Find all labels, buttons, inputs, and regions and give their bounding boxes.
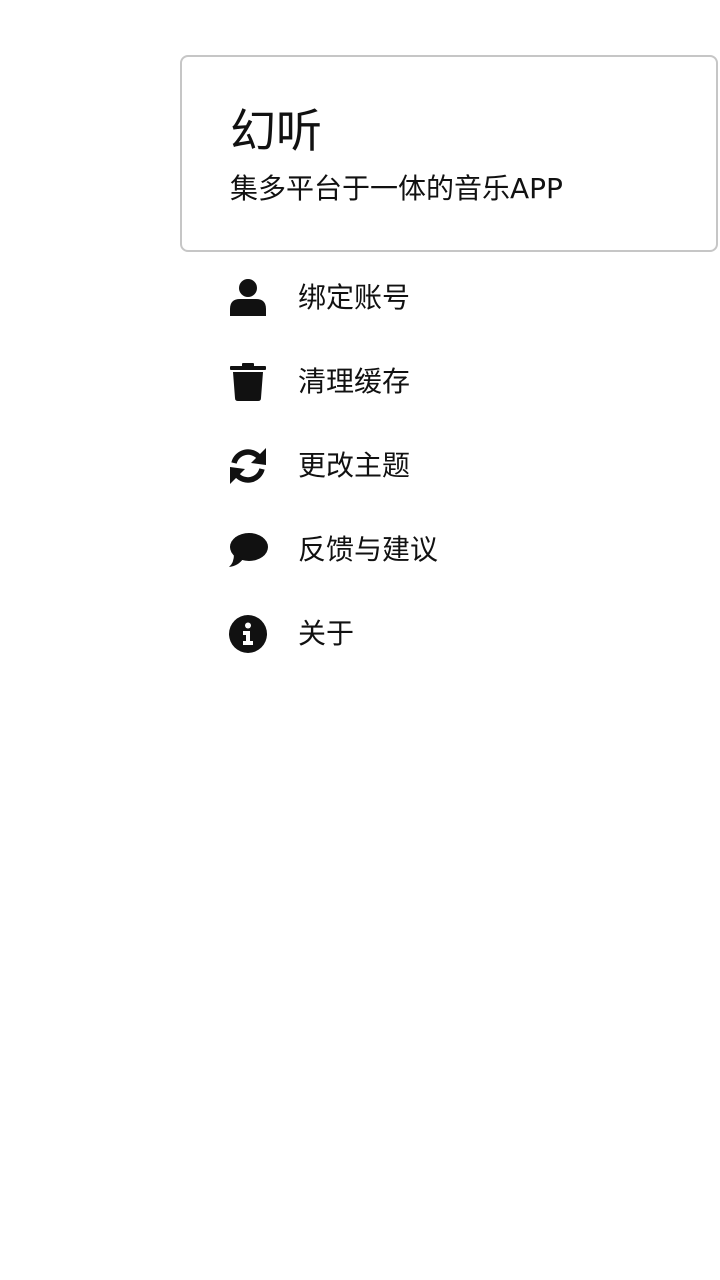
menu-item-label: 关于 <box>298 617 355 650</box>
menu-item-label: 绑定账号 <box>298 281 411 314</box>
menu-item-about[interactable]: 关于 <box>180 592 720 676</box>
user-icon <box>226 276 270 320</box>
info-icon <box>226 612 270 656</box>
menu-item-label: 反馈与建议 <box>298 533 439 566</box>
chat-bubble-icon <box>226 528 270 572</box>
trash-icon <box>226 360 270 404</box>
drawer-page: 幻听 集多平台于一体的音乐APP 绑定账号 清理缓存 更改主题 反馈与建议 关于 <box>0 0 720 1280</box>
menu-item-label: 更改主题 <box>298 449 411 482</box>
menu-item-label: 清理缓存 <box>298 365 411 398</box>
app-name: 幻听 <box>230 104 322 158</box>
refresh-icon <box>226 444 270 488</box>
menu-item-change-theme[interactable]: 更改主题 <box>180 424 720 508</box>
menu-item-bind-account[interactable]: 绑定账号 <box>180 256 720 340</box>
app-description: 集多平台于一体的音乐APP <box>230 172 563 205</box>
drawer-menu: 绑定账号 清理缓存 更改主题 反馈与建议 关于 <box>180 256 720 676</box>
menu-item-feedback[interactable]: 反馈与建议 <box>180 508 720 592</box>
menu-item-clear-cache[interactable]: 清理缓存 <box>180 340 720 424</box>
app-header-card: 幻听 集多平台于一体的音乐APP <box>180 55 718 252</box>
